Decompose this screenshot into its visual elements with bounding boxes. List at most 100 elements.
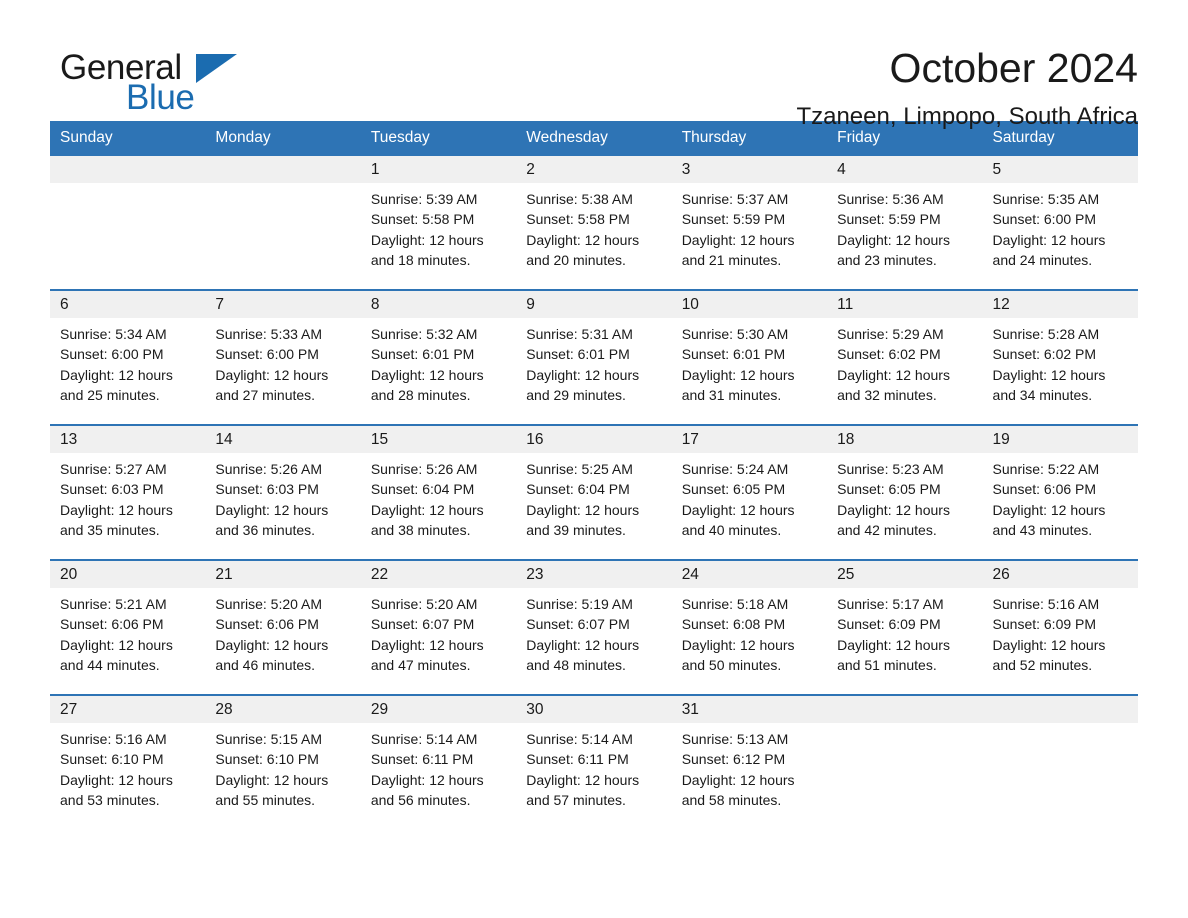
day-cell[interactable]: 9 Sunrise: 5:31 AM Sunset: 6:01 PM Daylight… xyxy=(516,291,672,424)
daylight-text-line1: Daylight: 12 hours xyxy=(681,231,795,248)
day-details: Sunrise: 5:25 AM Sunset: 6:04 PM Daylight:… xyxy=(516,453,671,540)
week-row: 20 Sunrise: 5:21 AM Sunset: 6:06 PM Dayligh… xyxy=(50,559,1138,695)
day-cell-empty xyxy=(205,156,361,289)
day-details: Sunrise: 5:14 AM Sunset: 6:11 PM Daylight:… xyxy=(361,723,516,810)
day-cell[interactable]: 13 Sunrise: 5:27 AM Sunset: 6:03 PM Dayligh… xyxy=(50,426,206,559)
day-details: Sunrise: 5:16 AM Sunset: 6:09 PM Daylight:… xyxy=(983,588,1138,675)
daylight-text-line2: and 47 minutes. xyxy=(370,656,471,673)
generalblue-logo[interactable]: General Blue xyxy=(50,42,240,116)
day-cell[interactable]: 30 Sunrise: 5:14 AM Sunset: 6:11 PM Dayligh… xyxy=(516,696,672,829)
sunrise-text: Sunrise: 5:17 AM xyxy=(837,596,944,612)
day-cell[interactable]: 25 Sunrise: 5:17 AM Sunset: 6:09 PM Dayligh… xyxy=(827,561,983,694)
sunrise-text: Sunrise: 5:32 AM xyxy=(370,326,478,342)
day-cell[interactable]: 22 Sunrise: 5:20 AM Sunset: 6:07 PM Dayligh… xyxy=(360,561,517,694)
day-cell[interactable]: 1 Sunrise: 5:39 AM Sunset: 5:58 PM Daylight… xyxy=(360,156,517,289)
day-cell[interactable]: 29 Sunrise: 5:14 AM Sunset: 6:11 PM Dayligh… xyxy=(360,696,517,829)
day-details: Sunrise: 5:24 AM Sunset: 6:05 PM Daylight:… xyxy=(672,453,827,540)
day-number: 4 xyxy=(827,156,983,183)
daylight-text-line2: and 44 minutes. xyxy=(60,656,160,673)
day-details xyxy=(827,723,982,729)
daylight-text-line2: and 20 minutes. xyxy=(526,251,626,268)
daylight-text-line1: Daylight: 12 hours xyxy=(215,636,329,653)
day-details: Sunrise: 5:31 AM Sunset: 6:01 PM Daylight:… xyxy=(516,318,671,405)
day-cell[interactable]: 11 Sunrise: 5:29 AM Sunset: 6:02 PM Dayligh… xyxy=(827,291,983,424)
sunset-text: Sunset: 6:02 PM xyxy=(992,346,1097,363)
day-cell[interactable]: 31 Sunrise: 5:13 AM Sunset: 6:12 PM Dayligh… xyxy=(671,696,828,829)
daylight-text-line2: and 40 minutes. xyxy=(681,521,782,538)
day-cell[interactable]: 14 Sunrise: 5:26 AM Sunset: 6:03 PM Dayligh… xyxy=(205,426,361,559)
day-cell[interactable]: 4 Sunrise: 5:36 AM Sunset: 5:59 PM Daylight… xyxy=(827,156,983,289)
calendar-page: General Blue October 2024 Tzaneen, Limpo… xyxy=(0,0,1188,918)
sunrise-text: Sunrise: 5:37 AM xyxy=(681,191,789,207)
sunrise-text: Sunrise: 5:13 AM xyxy=(681,731,789,747)
day-number: 8 xyxy=(360,291,517,318)
day-number: 2 xyxy=(516,156,672,183)
day-cell[interactable]: 2 Sunrise: 5:38 AM Sunset: 5:58 PM Daylight… xyxy=(516,156,672,289)
day-details: Sunrise: 5:19 AM Sunset: 6:07 PM Daylight:… xyxy=(516,588,671,675)
day-details: Sunrise: 5:17 AM Sunset: 6:09 PM Daylight:… xyxy=(827,588,982,675)
day-number: 30 xyxy=(516,696,672,723)
sunset-text: Sunset: 6:08 PM xyxy=(681,616,786,633)
sunrise-text: Sunrise: 5:19 AM xyxy=(526,596,633,612)
daylight-text-line1: Daylight: 12 hours xyxy=(837,636,950,653)
day-cell[interactable]: 5 Sunrise: 5:35 AM Sunset: 6:00 PM Daylight… xyxy=(982,156,1138,289)
day-details: Sunrise: 5:18 AM Sunset: 6:08 PM Daylight:… xyxy=(672,588,827,675)
day-cell[interactable]: 15 Sunrise: 5:26 AM Sunset: 6:04 PM Dayligh… xyxy=(360,426,517,559)
day-number xyxy=(982,696,1138,723)
daylight-text-line1: Daylight: 12 hours xyxy=(370,771,484,788)
day-details: Sunrise: 5:21 AM Sunset: 6:06 PM Daylight:… xyxy=(50,588,205,675)
daylight-text-line2: and 55 minutes. xyxy=(215,791,316,808)
day-cell[interactable]: 3 Sunrise: 5:37 AM Sunset: 5:59 PM Daylight… xyxy=(671,156,828,289)
day-details xyxy=(50,183,205,189)
day-number: 23 xyxy=(516,561,672,588)
day-number: 9 xyxy=(516,291,672,318)
day-number: 20 xyxy=(50,561,206,588)
day-cell[interactable]: 19 Sunrise: 5:22 AM Sunset: 6:06 PM Dayligh… xyxy=(982,426,1138,559)
sunrise-text: Sunrise: 5:26 AM xyxy=(370,461,478,477)
day-cell[interactable]: 24 Sunrise: 5:18 AM Sunset: 6:08 PM Dayligh… xyxy=(671,561,828,694)
daylight-text-line1: Daylight: 12 hours xyxy=(370,231,484,248)
day-cell-empty xyxy=(982,696,1138,829)
day-cell[interactable]: 16 Sunrise: 5:25 AM Sunset: 6:04 PM Dayligh… xyxy=(516,426,672,559)
daylight-text-line1: Daylight: 12 hours xyxy=(992,501,1106,518)
daylight-text-line2: and 42 minutes. xyxy=(837,521,937,538)
page-subtitle: Tzaneen, Limpopo, South Africa xyxy=(796,103,1138,130)
day-cell[interactable]: 27 Sunrise: 5:16 AM Sunset: 6:10 PM Dayligh… xyxy=(50,696,206,829)
day-cell[interactable]: 12 Sunrise: 5:28 AM Sunset: 6:02 PM Dayligh… xyxy=(982,291,1138,424)
day-cell[interactable]: 28 Sunrise: 5:15 AM Sunset: 6:10 PM Dayligh… xyxy=(205,696,361,829)
day-cell[interactable]: 23 Sunrise: 5:19 AM Sunset: 6:07 PM Dayligh… xyxy=(516,561,672,694)
sunset-text: Sunset: 6:00 PM xyxy=(992,211,1097,228)
sunrise-text: Sunrise: 5:30 AM xyxy=(681,326,789,342)
day-cell[interactable]: 8 Sunrise: 5:32 AM Sunset: 6:01 PM Daylight… xyxy=(360,291,517,424)
day-number: 27 xyxy=(50,696,206,723)
day-cell[interactable]: 17 Sunrise: 5:24 AM Sunset: 6:05 PM Dayligh… xyxy=(671,426,828,559)
day-details: Sunrise: 5:28 AM Sunset: 6:02 PM Daylight:… xyxy=(983,318,1138,405)
daylight-text-line2: and 58 minutes. xyxy=(681,791,782,808)
day-cell[interactable]: 7 Sunrise: 5:33 AM Sunset: 6:00 PM Daylight… xyxy=(205,291,361,424)
day-cell[interactable]: 10 Sunrise: 5:30 AM Sunset: 6:01 PM Dayligh… xyxy=(671,291,828,424)
day-details: Sunrise: 5:35 AM Sunset: 6:00 PM Daylight:… xyxy=(983,183,1138,270)
daylight-text-line1: Daylight: 12 hours xyxy=(681,771,795,788)
week-row: 6 Sunrise: 5:34 AM Sunset: 6:00 PM Daylight… xyxy=(50,289,1138,425)
day-cell[interactable]: 26 Sunrise: 5:16 AM Sunset: 6:09 PM Dayligh… xyxy=(982,561,1138,694)
sunrise-text: Sunrise: 5:15 AM xyxy=(215,731,323,747)
sunrise-text: Sunrise: 5:26 AM xyxy=(215,461,323,477)
daylight-text-line1: Daylight: 12 hours xyxy=(992,636,1106,653)
day-cell[interactable]: 6 Sunrise: 5:34 AM Sunset: 6:00 PM Daylight… xyxy=(50,291,206,424)
day-cell[interactable]: 21 Sunrise: 5:20 AM Sunset: 6:06 PM Dayligh… xyxy=(205,561,361,694)
daylight-text-line2: and 43 minutes. xyxy=(992,521,1093,538)
day-details: Sunrise: 5:38 AM Sunset: 5:58 PM Daylight:… xyxy=(516,183,671,270)
day-details: Sunrise: 5:26 AM Sunset: 6:04 PM Daylight:… xyxy=(361,453,516,540)
day-cell[interactable]: 18 Sunrise: 5:23 AM Sunset: 6:05 PM Dayligh… xyxy=(827,426,983,559)
day-details: Sunrise: 5:39 AM Sunset: 5:58 PM Daylight:… xyxy=(361,183,516,270)
day-cell[interactable]: 20 Sunrise: 5:21 AM Sunset: 6:06 PM Dayligh… xyxy=(50,561,206,694)
daylight-text-line1: Daylight: 12 hours xyxy=(526,771,640,788)
sunset-text: Sunset: 5:59 PM xyxy=(681,211,786,228)
day-details: Sunrise: 5:33 AM Sunset: 6:00 PM Daylight:… xyxy=(205,318,360,405)
daylight-text-line1: Daylight: 12 hours xyxy=(60,771,173,788)
day-details xyxy=(983,723,1138,729)
daylight-text-line1: Daylight: 12 hours xyxy=(60,636,173,653)
day-number: 22 xyxy=(360,561,517,588)
day-number: 21 xyxy=(205,561,361,588)
day-cell-empty xyxy=(50,156,206,289)
